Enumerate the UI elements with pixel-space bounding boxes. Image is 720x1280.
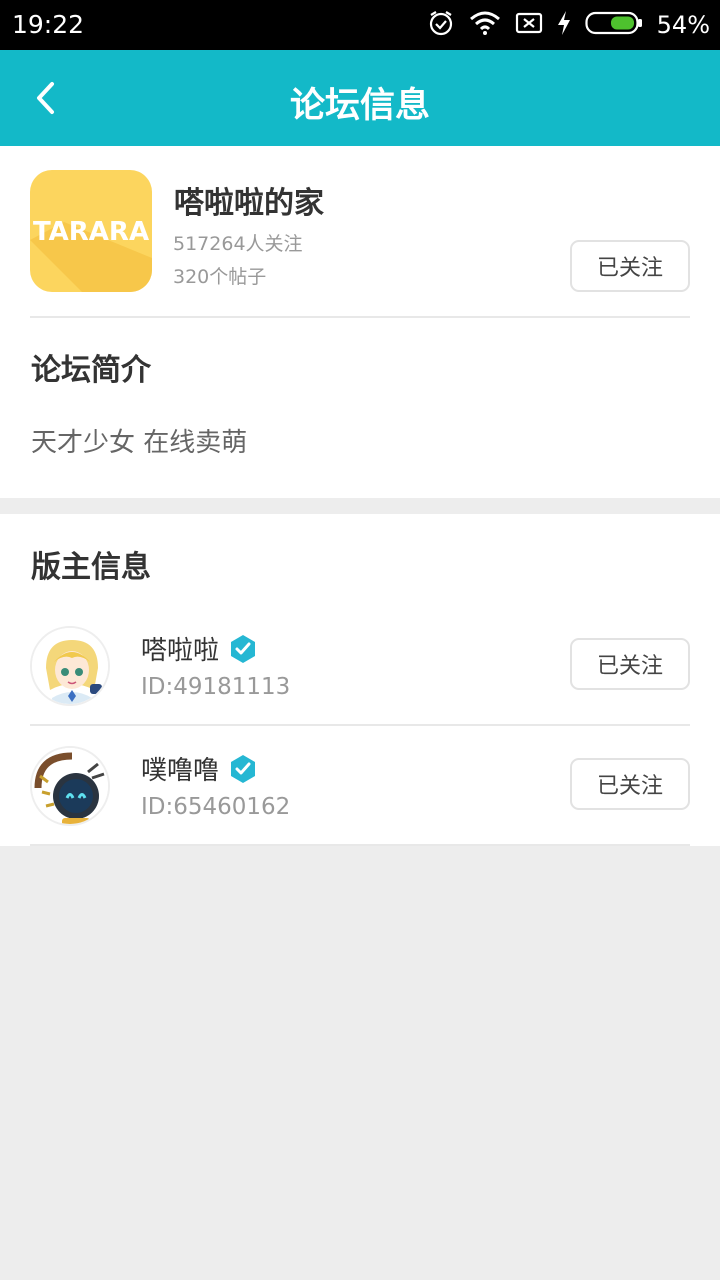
moderator-id: ID:49181113	[141, 674, 291, 700]
intro-text: 天才少女 在线卖萌	[31, 428, 248, 458]
moderators-title: 版主信息	[31, 550, 151, 585]
intro-title: 论坛简介	[31, 353, 151, 388]
moderator-name-text: 噗噜噜	[141, 756, 220, 786]
forum-logo-text: TARARA	[33, 217, 149, 247]
status-icons: 54%	[427, 8, 710, 42]
sim-off-icon	[515, 11, 543, 39]
battery-percent: 54%	[656, 11, 710, 39]
charging-icon	[557, 11, 571, 39]
status-bar: 19:22 54%	[0, 0, 720, 50]
forum-logo: TARARA	[30, 170, 152, 292]
forum-name: 嗒啦啦的家	[174, 186, 324, 221]
title-bar: 论坛信息	[0, 50, 720, 146]
moderators-card: 版主信息 嗒啦啦 ID:49181113 已关注 噗噜噜 ID:65460162…	[0, 514, 720, 846]
moderator-row[interactable]: 噗噜噜 ID:65460162 已关注	[0, 746, 720, 866]
verified-icon	[231, 754, 256, 783]
forum-followers: 517264人关注	[173, 233, 303, 255]
forum-posts: 320个帖子	[173, 266, 267, 288]
moderator-name-text: 嗒啦啦	[141, 636, 220, 666]
page-title: 论坛信息	[289, 86, 430, 126]
moderator-follow-button[interactable]: 已关注	[570, 758, 690, 810]
status-time: 19:22	[12, 10, 85, 39]
alarm-icon	[427, 9, 455, 41]
moderator-name: 嗒啦啦	[141, 630, 257, 667]
wifi-icon	[469, 10, 501, 40]
moderator-row[interactable]: 嗒啦啦 ID:49181113 已关注	[0, 626, 720, 746]
forum-follow-button[interactable]: 已关注	[570, 240, 690, 292]
divider	[30, 724, 690, 726]
moderator-follow-button[interactable]: 已关注	[570, 638, 690, 690]
divider	[30, 316, 690, 318]
battery-icon	[585, 10, 643, 40]
avatar[interactable]	[30, 746, 110, 826]
moderator-name: 噗噜噜	[141, 750, 257, 787]
divider	[30, 844, 690, 846]
moderator-id: ID:65460162	[141, 794, 291, 820]
avatar[interactable]	[30, 626, 110, 706]
verified-icon	[231, 634, 256, 663]
forum-info-card: TARARA 嗒啦啦的家 517264人关注 320个帖子 已关注 论坛简介 天…	[0, 146, 720, 498]
